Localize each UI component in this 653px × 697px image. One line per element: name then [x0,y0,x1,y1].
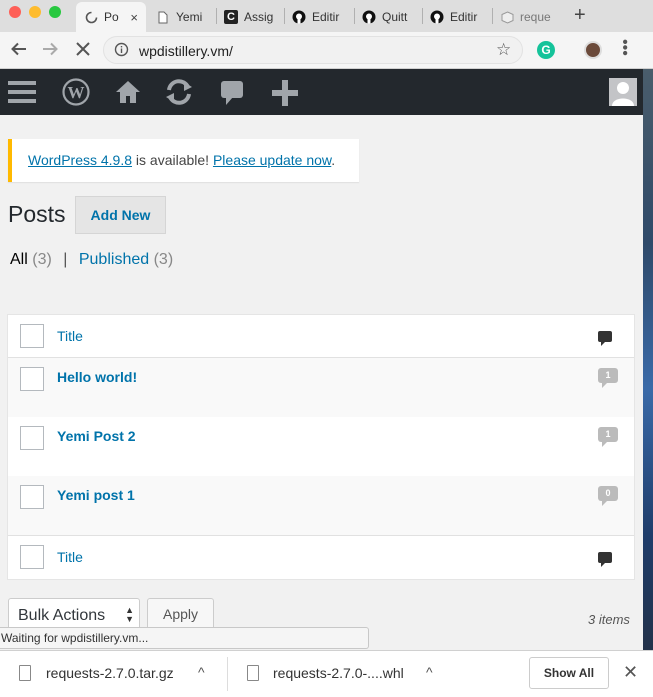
show-all-button[interactable]: Show All [529,657,609,689]
tab-label: Editir [450,10,478,24]
tab-yemi[interactable]: Yemi [148,2,210,32]
tab-label: Quitt [382,10,408,24]
download-item-1[interactable]: requests-2.7.0.tar.gz [46,665,174,681]
comment-count-bubble[interactable]: 0 [598,486,618,506]
comments-icon[interactable] [220,80,244,111]
tab-github-editing[interactable]: Editir [284,2,354,32]
address-bar[interactable]: wpdistillery.vm/ ☆ [103,36,523,64]
github-icon [362,10,376,24]
posts-page: WordPress 4.9.8 is available! Please upd… [0,115,643,650]
tab-active[interactable]: Po × [76,2,146,32]
loading-status-bubble: Waiting for wpdistillery.vm... [0,627,369,649]
wordpress-version-link[interactable]: WordPress 4.9.8 [28,152,132,168]
download-divider [227,657,228,691]
row-checkbox[interactable] [20,367,44,391]
updates-icon[interactable] [164,78,194,111]
post-title-link[interactable]: Yemi Post 2 [57,428,136,444]
loading-spinner-icon [84,10,98,24]
back-arrow-icon[interactable] [10,40,28,63]
maximize-window-button[interactable] [49,6,61,18]
apply-button[interactable]: Apply [147,598,214,630]
stop-loading-icon[interactable] [74,40,92,63]
title-column-footer[interactable]: Title [57,549,83,565]
posts-table: Title Hello world! 1 Yemi Post 2 1 Yemi … [7,314,635,580]
filter-all-count: (3) [32,251,52,268]
profile-avatar-icon[interactable] [584,41,602,59]
notice-text: is available! [132,152,213,168]
bookmark-star-icon[interactable]: ☆ [496,40,511,60]
table-row: Hello world! 1 [8,358,634,417]
home-icon[interactable] [115,79,141,110]
comment-count-bubble[interactable]: 1 [598,368,618,388]
bulk-actions-label: Bulk Actions [18,607,106,624]
comments-column-icon[interactable] [598,552,612,567]
forward-arrow-icon[interactable] [41,40,59,63]
notice-period: . [331,152,336,168]
download-shelf: requests-2.7.0.tar.gz ^ requests-2.7.0-.… [0,650,653,697]
browser-tab-strip: Po × Yemi C Assig Editir Quitt Editir re… [0,0,653,32]
user-avatar-icon[interactable] [609,78,637,106]
file-icon [19,665,31,681]
tab-label: Editir [312,10,340,24]
filter-all[interactable]: All [10,251,28,268]
download-item-2[interactable]: requests-2.7.0-....whl [273,665,404,681]
tab-label: Po [104,10,119,24]
github-icon [292,10,306,24]
select-all-checkbox-footer[interactable] [20,545,44,569]
close-shelf-icon[interactable]: ✕ [623,662,638,683]
table-row: Yemi post 1 0 [8,476,634,535]
table-row: Yemi Post 2 1 [8,417,634,476]
file-icon [247,665,259,681]
menu-hamburger-icon[interactable] [8,80,36,109]
title-column-header[interactable]: Title [57,328,83,344]
tab-label: Assig [244,10,274,24]
svg-text:W: W [68,83,85,102]
add-new-plus-icon[interactable] [272,80,298,111]
url-text[interactable]: wpdistillery.vm/ [139,43,233,59]
comment-count-bubble[interactable]: 1 [598,427,618,447]
tab-requests[interactable]: reque [492,2,560,32]
package-icon [500,10,514,24]
grammarly-extension-icon[interactable]: G [537,41,555,59]
row-checkbox[interactable] [20,426,44,450]
close-window-button[interactable] [9,6,21,18]
post-status-filters: All (3) | Published (3) [10,251,173,269]
select-arrows-icon: ▲ ▼ [125,605,134,624]
tab-github-editing-2[interactable]: Editir [422,2,492,32]
minimize-window-button[interactable] [29,6,41,18]
tab-github-quitting[interactable]: Quitt [354,2,422,32]
add-new-button[interactable]: Add New [75,196,166,234]
update-notice: WordPress 4.9.8 is available! Please upd… [8,139,359,182]
table-header-row: Title [8,315,634,358]
browser-menu-icon[interactable]: ••• [616,39,633,56]
desktop-background-strip [643,69,653,650]
browser-toolbar: wpdistillery.vm/ ☆ G ••• [0,32,653,69]
chevron-up-icon[interactable]: ^ [426,664,433,680]
select-all-checkbox[interactable] [20,324,44,348]
filter-separator: | [63,251,68,268]
tab-label: Yemi [176,10,203,24]
tab-close-icon[interactable]: × [130,10,138,25]
tab-label: reque [520,10,551,24]
filter-published[interactable]: Published [79,251,149,268]
page-icon [156,10,170,24]
new-tab-icon[interactable]: + [574,4,586,27]
table-footer-row: Title [8,535,634,579]
page-title: Posts [8,201,66,227]
item-count: 3 items [588,612,630,627]
info-icon[interactable] [114,42,129,62]
post-title-link[interactable]: Hello world! [57,369,137,385]
chevron-up-icon[interactable]: ^ [198,664,205,680]
post-title-link[interactable]: Yemi post 1 [57,487,135,503]
filter-published-count: (3) [153,251,174,268]
wordpress-logo-icon[interactable]: W [62,78,90,111]
tab-assignment[interactable]: C Assig [216,2,282,32]
comments-column-icon[interactable] [598,331,612,346]
wp-admin-bar: W [0,69,643,115]
row-checkbox[interactable] [20,485,44,509]
update-now-link[interactable]: Please update now [213,152,331,168]
github-icon [430,10,444,24]
c-logo-icon: C [224,10,238,24]
